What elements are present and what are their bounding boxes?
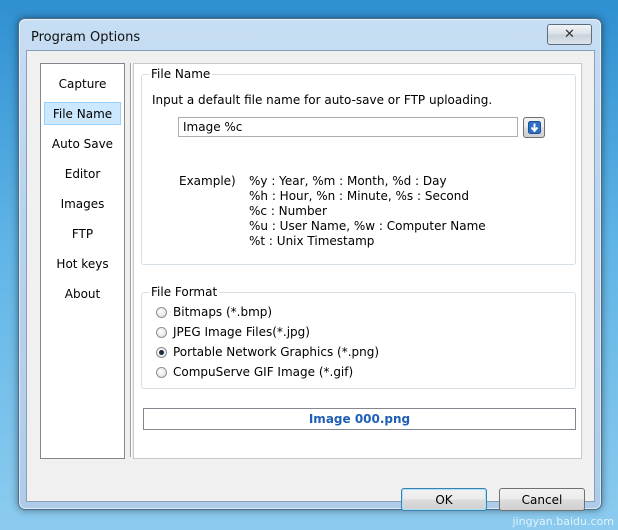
- sidebar-item-hot-keys[interactable]: Hot keys: [44, 252, 121, 275]
- format-option-label: JPEG Image Files(*.jpg): [173, 325, 310, 339]
- format-option-png[interactable]: Portable Network Graphics (*.png): [156, 343, 379, 361]
- sidebar-item-label: File Name: [52, 106, 113, 121]
- file-name-description: Input a default file name for auto-save …: [152, 93, 493, 107]
- insert-variable-button[interactable]: [523, 117, 545, 138]
- radio-dot-icon: [159, 349, 164, 355]
- format-option-jpg[interactable]: JPEG Image Files(*.jpg): [156, 323, 310, 341]
- radio-button[interactable]: [156, 306, 167, 318]
- file-name-group: File Name Input a default file name for …: [141, 67, 576, 265]
- example-line: %h : Hour, %n : Minute, %s : Second: [249, 189, 469, 203]
- example-line: %c : Number: [249, 204, 327, 218]
- format-option-label: CompuServe GIF Image (*.gif): [173, 365, 354, 379]
- file-format-group: File Format Bitmaps (*.bmp) JPEG Image F…: [141, 285, 576, 389]
- sidebar-item-ftp[interactable]: FTP: [44, 222, 121, 245]
- program-options-window: Program Options ✕ Capture File Name Auto…: [18, 18, 602, 511]
- sidebar-divider[interactable]: [130, 63, 132, 457]
- sidebar-item-label: Hot keys: [56, 256, 109, 271]
- sidebar-item-label: Images: [60, 196, 105, 211]
- radio-button[interactable]: [156, 326, 167, 338]
- file-name-preview: Image 000.png: [143, 408, 576, 430]
- cancel-button[interactable]: Cancel: [499, 488, 585, 511]
- radio-button[interactable]: [156, 366, 167, 378]
- sidebar-item-label: Auto Save: [51, 136, 114, 151]
- example-label: Example): [179, 174, 236, 188]
- example-lines: %y : Year, %m : Month, %d : Day %h : Hou…: [249, 174, 486, 249]
- radio-button-checked[interactable]: [156, 346, 167, 358]
- ok-button[interactable]: OK: [401, 488, 487, 511]
- file-format-legend: File Format: [149, 285, 220, 299]
- sidebar-item-label: FTP: [71, 226, 94, 241]
- sidebar-item-label: Editor: [64, 166, 101, 181]
- close-icon: ✕: [564, 27, 575, 42]
- dialog-client-area: Capture File Name Auto Save Editor Image…: [26, 50, 595, 511]
- sidebar-item-label: Capture: [58, 76, 107, 91]
- format-option-bmp[interactable]: Bitmaps (*.bmp): [156, 303, 272, 321]
- close-button[interactable]: ✕: [547, 24, 592, 45]
- sidebar-item-capture[interactable]: Capture: [44, 72, 121, 95]
- example-line: %t : Unix Timestamp: [249, 234, 375, 248]
- example-line: %y : Year, %m : Month, %d : Day: [249, 174, 447, 188]
- options-sidebar: Capture File Name Auto Save Editor Image…: [40, 63, 125, 459]
- sidebar-item-file-name[interactable]: File Name: [44, 102, 121, 125]
- file-name-legend: File Name: [149, 67, 213, 81]
- sidebar-item-auto-save[interactable]: Auto Save: [44, 132, 121, 155]
- format-option-label: Portable Network Graphics (*.png): [173, 345, 380, 359]
- example-line: %u : User Name, %w : Computer Name: [249, 219, 486, 233]
- arrow-down-icon: [527, 121, 541, 134]
- window-title: Program Options: [31, 30, 141, 45]
- sidebar-item-editor[interactable]: Editor: [44, 162, 121, 185]
- sidebar-item-images[interactable]: Images: [44, 192, 121, 215]
- settings-panel: File Name Input a default file name for …: [133, 63, 582, 459]
- file-name-input[interactable]: [178, 117, 518, 137]
- sidebar-item-about[interactable]: About: [44, 282, 121, 305]
- format-option-label: Bitmaps (*.bmp): [173, 305, 273, 319]
- sidebar-item-label: About: [64, 286, 101, 301]
- watermark: jingyan.baidu.com: [512, 515, 614, 528]
- format-option-gif[interactable]: CompuServe GIF Image (*.gif): [156, 363, 353, 381]
